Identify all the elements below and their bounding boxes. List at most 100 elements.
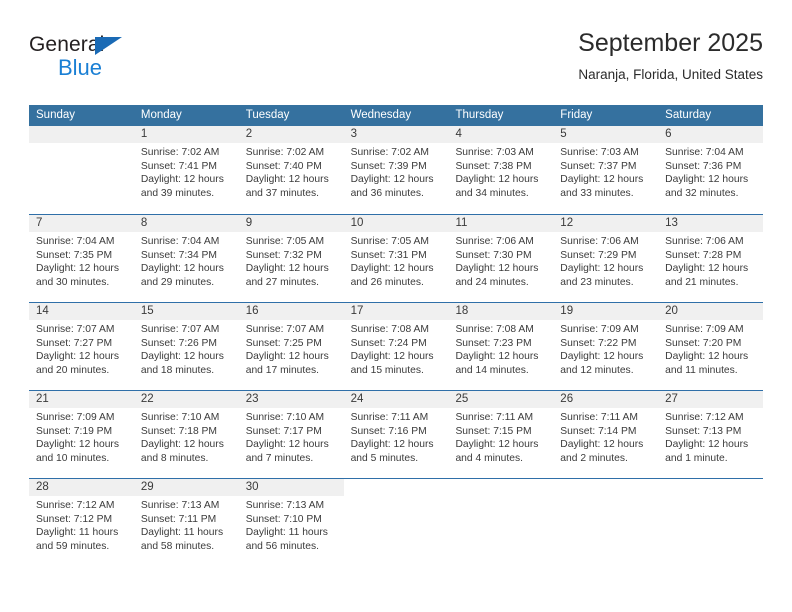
- daylight-text: Daylight: 12 hours: [350, 263, 434, 275]
- day-number: 6: [665, 128, 672, 140]
- daylight-text: Daylight: 12 hours: [140, 439, 224, 451]
- day-cell[interactable]: 22 Sunrise: 7:10 AM Sunset: 7:18 PM Dayligh…: [134, 391, 239, 478]
- daylight-text: Daylight: 12 hours: [245, 439, 329, 451]
- day-number: 7: [36, 217, 43, 229]
- sunrise-text: Sunrise: 7:13 AM: [245, 500, 325, 511]
- day-cell[interactable]: 24 Sunrise: 7:11 AM Sunset: 7:16 PM Dayligh…: [344, 391, 449, 478]
- daylight-text: and 18 minutes.: [140, 364, 215, 376]
- day-cell[interactable]: 1 Sunrise: 7:02 AM Sunset: 7:41 PM Daylight…: [134, 126, 239, 214]
- day-cell[interactable]: 17 Sunrise: 7:08 AM Sunset: 7:24 PM Dayligh…: [344, 303, 449, 390]
- day-cell[interactable]: 11 Sunrise: 7:06 AM Sunset: 7:30 PM Dayligh…: [448, 215, 553, 302]
- daylight-text: Daylight: 12 hours: [350, 351, 434, 363]
- day-cell[interactable]: 18 Sunrise: 7:08 AM Sunset: 7:23 PM Dayligh…: [448, 303, 553, 390]
- day-details: Sunrise: 7:06 AM Sunset: 7:28 PM Daylight:…: [665, 235, 763, 289]
- daylight-text: Daylight: 12 hours: [350, 439, 434, 451]
- day-details: Sunrise: 7:11 AM Sunset: 7:16 PM Daylight:…: [351, 411, 449, 465]
- day-number: 8: [140, 217, 148, 229]
- day-cell[interactable]: 19 Sunrise: 7:09 AM Sunset: 7:22 PM Dayligh…: [553, 303, 658, 390]
- daylight-text: Daylight: 12 hours: [140, 174, 224, 186]
- day-cell[interactable]: 14 Sunrise: 7:07 AM Sunset: 7:27 PM Dayligh…: [29, 303, 134, 390]
- daylight-text: and 17 minutes.: [245, 364, 319, 376]
- day-cell[interactable]: 6 Sunrise: 7:04 AM Sunset: 7:36 PM Daylight…: [658, 126, 763, 214]
- daylight-text: and 30 minutes.: [36, 276, 110, 288]
- day-cell[interactable]: 10 Sunrise: 7:05 AM Sunset: 7:31 PM Dayligh…: [344, 215, 449, 302]
- day-cell[interactable]: 27 Sunrise: 7:12 AM Sunset: 7:13 PM Dayligh…: [658, 391, 763, 478]
- sunset-text: Sunset: 7:35 PM: [36, 249, 113, 261]
- sunrise-text: Sunrise: 7:09 AM: [665, 324, 744, 335]
- day-cell[interactable]: 15 Sunrise: 7:07 AM Sunset: 7:26 PM Dayligh…: [134, 303, 239, 390]
- day-cell[interactable]: 8 Sunrise: 7:04 AM Sunset: 7:34 PM Daylight…: [134, 215, 239, 302]
- day-cell[interactable]: 29 Sunrise: 7:13 AM Sunset: 7:11 PM Dayligh…: [134, 479, 239, 566]
- sunrise-text: Sunrise: 7:09 AM: [560, 324, 639, 335]
- day-cell[interactable]: 4 Sunrise: 7:03 AM Sunset: 7:38 PM Daylight…: [448, 126, 553, 214]
- sunset-text: Sunset: 7:11 PM: [140, 513, 217, 525]
- day-number: 21: [36, 393, 49, 405]
- logo-word-blue: Blue: [58, 55, 103, 80]
- day-number: 28: [36, 481, 49, 493]
- sunset-text: Sunset: 7:38 PM: [455, 160, 532, 172]
- day-number: 24: [350, 393, 364, 405]
- sunset-text: Sunset: 7:29 PM: [560, 249, 637, 261]
- sunrise-text: Sunrise: 7:07 AM: [140, 324, 220, 335]
- sunset-text: Sunset: 7:27 PM: [36, 337, 113, 349]
- daylight-text: and 1 minute.: [665, 452, 728, 464]
- day-cell[interactable]: 7 Sunrise: 7:04 AM Sunset: 7:35 PM Daylight…: [29, 215, 134, 302]
- day-cell[interactable]: 12 Sunrise: 7:06 AM Sunset: 7:29 PM Dayligh…: [553, 215, 658, 302]
- calendar-weeks: 1 Sunrise: 7:02 AM Sunset: 7:41 PM Daylight…: [29, 126, 763, 566]
- weekday-header-saturday: Saturday: [665, 109, 712, 121]
- sunrise-text: Sunrise: 7:02 AM: [140, 147, 220, 158]
- sunset-text: Sunset: 7:39 PM: [350, 160, 427, 172]
- day-details: Sunrise: 7:07 AM Sunset: 7:25 PM Daylight:…: [246, 323, 344, 377]
- daylight-text: and 33 minutes.: [560, 187, 634, 199]
- day-details: Sunrise: 7:02 AM Sunset: 7:39 PM Daylight:…: [351, 146, 449, 200]
- day-details: Sunrise: 7:04 AM Sunset: 7:35 PM Daylight:…: [36, 235, 134, 289]
- daylight-text: Daylight: 12 hours: [665, 174, 749, 186]
- day-details: Sunrise: 7:09 AM Sunset: 7:19 PM Daylight:…: [36, 411, 134, 465]
- day-cell[interactable]: 13 Sunrise: 7:06 AM Sunset: 7:28 PM Dayligh…: [658, 215, 763, 302]
- day-number: 19: [560, 305, 574, 317]
- day-cell[interactable]: 21 Sunrise: 7:09 AM Sunset: 7:19 PM Dayligh…: [29, 391, 134, 478]
- daylight-text: and 14 minutes.: [455, 364, 529, 376]
- day-cell-empty: [553, 479, 658, 566]
- day-cell[interactable]: 2 Sunrise: 7:02 AM Sunset: 7:40 PM Daylight…: [239, 126, 344, 214]
- day-number: [665, 479, 763, 496]
- daylight-text: Daylight: 12 hours: [245, 351, 329, 363]
- day-cell[interactable]: 20 Sunrise: 7:09 AM Sunset: 7:20 PM Dayligh…: [658, 303, 763, 390]
- day-cell[interactable]: 25 Sunrise: 7:11 AM Sunset: 7:15 PM Dayligh…: [448, 391, 553, 478]
- day-details: Sunrise: 7:09 AM Sunset: 7:22 PM Daylight:…: [560, 323, 658, 377]
- day-number: 17: [350, 305, 364, 317]
- day-cell[interactable]: 16 Sunrise: 7:07 AM Sunset: 7:25 PM Dayligh…: [239, 303, 344, 390]
- day-number: 23: [245, 393, 259, 405]
- day-details: Sunrise: 7:09 AM Sunset: 7:20 PM Daylight:…: [665, 323, 763, 377]
- daylight-text: Daylight: 12 hours: [350, 174, 434, 186]
- page-title: September 2025: [578, 29, 763, 57]
- day-cell[interactable]: 28 Sunrise: 7:12 AM Sunset: 7:12 PM Dayligh…: [29, 479, 134, 566]
- day-cell[interactable]: 3 Sunrise: 7:02 AM Sunset: 7:39 PM Daylight…: [344, 126, 449, 214]
- day-details: Sunrise: 7:11 AM Sunset: 7:15 PM Daylight:…: [455, 411, 553, 465]
- daylight-text: and 15 minutes.: [350, 364, 424, 376]
- calendar-page: General Blue September 2025 Naranja, Flo…: [0, 0, 792, 612]
- day-cell[interactable]: 5 Sunrise: 7:03 AM Sunset: 7:37 PM Daylight…: [553, 126, 658, 214]
- sunrise-text: Sunrise: 7:06 AM: [455, 236, 534, 247]
- day-details: Sunrise: 7:08 AM Sunset: 7:24 PM Daylight:…: [351, 323, 449, 377]
- daylight-text: and 5 minutes.: [350, 452, 419, 464]
- day-details: Sunrise: 7:12 AM Sunset: 7:13 PM Daylight:…: [665, 411, 763, 465]
- daylight-text: Daylight: 12 hours: [140, 351, 224, 363]
- page-header: General Blue September 2025 Naranja, Flo…: [29, 28, 763, 98]
- logo-word-general: General: [29, 33, 105, 56]
- day-details: Sunrise: 7:07 AM Sunset: 7:27 PM Daylight:…: [36, 323, 134, 377]
- sunrise-text: Sunrise: 7:07 AM: [245, 324, 325, 335]
- sunset-text: Sunset: 7:28 PM: [665, 249, 742, 261]
- day-cell[interactable]: 9 Sunrise: 7:05 AM Sunset: 7:32 PM Daylight…: [239, 215, 344, 302]
- weekday-header-row: Sunday Monday Tuesday Wednesday Thursday Frid…: [29, 105, 763, 126]
- day-cell[interactable]: 30 Sunrise: 7:13 AM Sunset: 7:10 PM Dayligh…: [239, 479, 344, 566]
- day-number: 16: [245, 305, 259, 317]
- sunrise-text: Sunrise: 7:08 AM: [350, 324, 429, 335]
- day-cell[interactable]: 26 Sunrise: 7:11 AM Sunset: 7:14 PM Dayligh…: [553, 391, 658, 478]
- day-cell[interactable]: 23 Sunrise: 7:10 AM Sunset: 7:17 PM Dayligh…: [239, 391, 344, 478]
- daylight-text: and 56 minutes.: [245, 540, 319, 552]
- sunset-text: Sunset: 7:34 PM: [140, 249, 217, 261]
- general-blue-logo[interactable]: General Blue: [29, 33, 149, 85]
- daylight-text: Daylight: 12 hours: [455, 439, 539, 451]
- calendar-grid: Sunday Monday Tuesday Wednesday Thursday Frid…: [29, 105, 763, 566]
